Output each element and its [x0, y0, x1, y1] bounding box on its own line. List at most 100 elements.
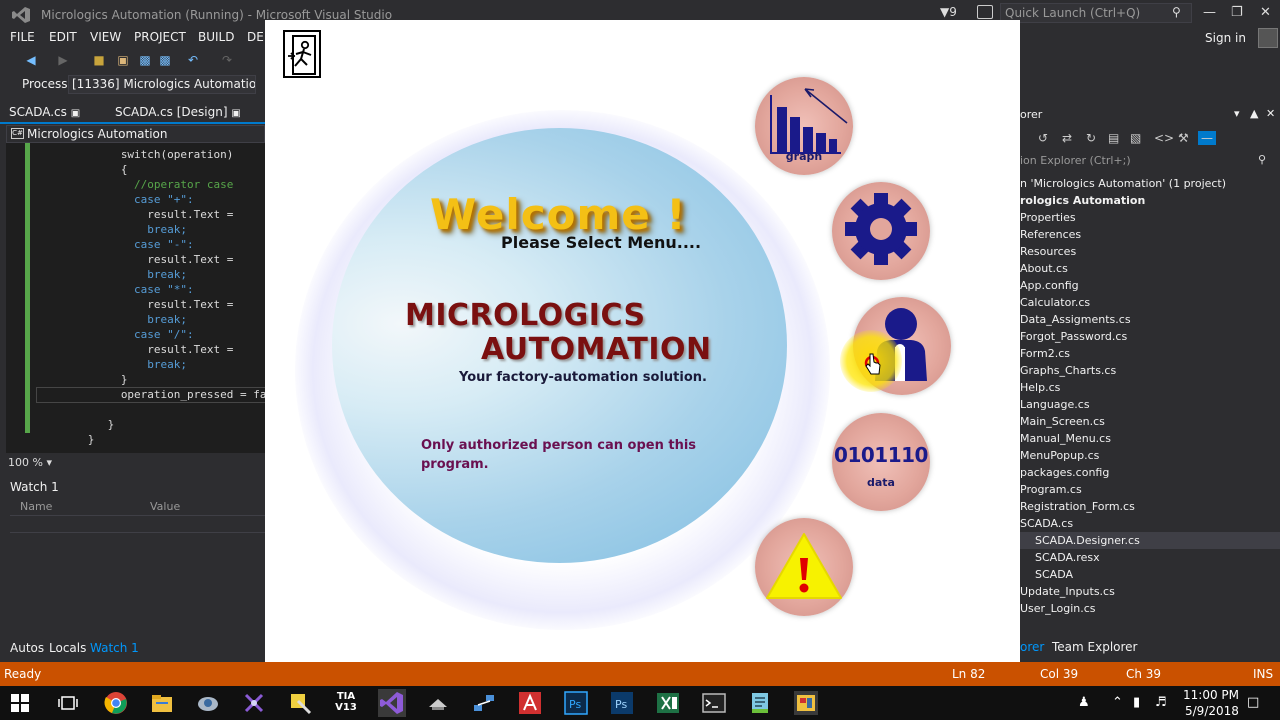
code-line[interactable]: //operator case — [134, 177, 233, 192]
settings-menu-button[interactable] — [832, 182, 930, 280]
task-view-icon[interactable] — [58, 695, 78, 711]
code-line[interactable]: break; — [147, 267, 187, 282]
solution-file-item[interactable]: Program.cs — [1020, 481, 1082, 498]
solution-file-item[interactable]: MenuPopup.cs — [1020, 447, 1099, 464]
xaml-tool-icon[interactable] — [242, 691, 266, 715]
new-project-icon[interactable]: ■ — [92, 53, 106, 67]
photoshop-alt-icon[interactable]: Ps — [610, 691, 634, 715]
redo-icon[interactable]: ↷ — [220, 53, 234, 67]
menu-file[interactable]: FILE — [10, 30, 35, 44]
watch-column-name[interactable]: Name — [20, 500, 52, 513]
pin-icon[interactable]: ▣ — [71, 108, 80, 119]
view-code-icon[interactable]: <> — [1154, 131, 1174, 145]
show-all-files-icon[interactable]: ▧ — [1130, 131, 1141, 145]
solution-file-item[interactable]: SCADA.cs — [1020, 515, 1073, 532]
action-center-icon[interactable]: □ — [1247, 695, 1259, 710]
code-line[interactable]: switch(operation) — [121, 147, 234, 162]
autocad-icon[interactable] — [518, 691, 542, 715]
solution-file-item[interactable]: Form2.cs — [1020, 345, 1070, 362]
tray-chevron-up-icon[interactable]: ⌃ — [1112, 695, 1123, 710]
solution-node[interactable]: n 'Micrologics Automation' (1 project) — [1020, 175, 1226, 192]
solution-file-item[interactable]: References — [1020, 226, 1081, 243]
minimize-button[interactable]: — — [1203, 5, 1216, 20]
watch-column-value[interactable]: Value — [150, 500, 180, 513]
graph-menu-button[interactable]: graph — [755, 77, 853, 175]
menu-edit[interactable]: EDIT — [49, 30, 77, 44]
undo-icon[interactable]: ↶ — [186, 53, 200, 67]
tia-portal-icon[interactable]: TIA V13 — [333, 691, 359, 715]
open-folder-icon[interactable]: ▣ — [116, 53, 130, 67]
solution-file-item[interactable]: About.cs — [1020, 260, 1068, 277]
preview-selected-icon[interactable]: — — [1198, 131, 1216, 145]
sign-in-link[interactable]: Sign in — [1205, 31, 1246, 45]
code-line[interactable]: result.Text = — [147, 207, 233, 222]
menu-build[interactable]: BUILD — [198, 30, 234, 44]
battery-icon[interactable]: ▮ — [1133, 695, 1140, 710]
tab-scada-cs[interactable]: SCADA.cs ▣ — [9, 105, 80, 119]
solution-file-item[interactable]: Graphs_Charts.cs — [1020, 362, 1116, 379]
tools-icon[interactable] — [288, 691, 312, 715]
project-node[interactable]: rologics Automation — [1020, 192, 1145, 209]
code-editor[interactable]: switch(operation){ //operator case case "+… — [6, 143, 265, 453]
tab-solution-explorer[interactable]: orer — [1020, 640, 1044, 654]
back-icon[interactable]: ◀ — [24, 53, 38, 67]
quick-launch-input[interactable]: Quick Launch (Ctrl+Q) — [1000, 3, 1192, 23]
sync-icon[interactable]: ↺ — [1038, 131, 1048, 145]
solution-file-item[interactable]: Registration_Form.cs — [1020, 498, 1135, 515]
solution-file-item[interactable]: SCADA — [1020, 566, 1073, 583]
menu-project[interactable]: PROJECT — [134, 30, 186, 44]
code-line[interactable]: { — [121, 162, 128, 177]
solution-file-item[interactable]: App.config — [1020, 277, 1079, 294]
search-icon[interactable]: ⚲ — [1258, 153, 1266, 166]
command-prompt-icon[interactable] — [702, 691, 726, 715]
tab-scada-design[interactable]: SCADA.cs [Design] ▣ — [115, 105, 241, 119]
menu-view[interactable]: VIEW — [90, 30, 121, 44]
code-line[interactable]: } — [121, 372, 128, 387]
restore-button[interactable]: ❐ — [1231, 5, 1243, 20]
solution-file-item[interactable]: Main_Screen.cs — [1020, 413, 1105, 430]
photoshop-icon[interactable]: Ps — [564, 691, 588, 715]
solution-file-item[interactable]: Properties — [1020, 209, 1076, 226]
close-button[interactable]: ✕ — [1260, 5, 1271, 20]
code-line[interactable]: case "/": — [134, 327, 194, 342]
plc-simulator-icon[interactable] — [426, 691, 450, 715]
save-icon[interactable]: ▩ — [138, 53, 152, 67]
volume-icon[interactable]: ♬ — [1155, 695, 1167, 710]
visual-studio-taskbar-icon[interactable] — [378, 689, 406, 717]
notifications[interactable]: ▼9 — [940, 5, 957, 19]
solution-file-item[interactable]: packages.config — [1020, 464, 1109, 481]
pin-icon[interactable]: ▣ — [231, 108, 240, 119]
scada-app-taskbar-icon[interactable] — [794, 691, 818, 715]
save-all-icon[interactable]: ▩ — [158, 53, 172, 67]
solution-file-item[interactable]: Resources — [1020, 243, 1076, 260]
network-config-icon[interactable] — [472, 691, 496, 715]
excel-icon[interactable] — [656, 691, 680, 715]
chrome-icon[interactable] — [104, 691, 128, 715]
process-dropdown[interactable]: [11336] Micrologics Automation.v — [68, 75, 256, 94]
tab-locals[interactable]: Locals — [49, 641, 86, 655]
refresh-icon[interactable]: ↻ — [1086, 131, 1096, 145]
solution-file-item[interactable]: Language.cs — [1020, 396, 1090, 413]
network-tool-icon[interactable] — [196, 691, 220, 715]
windows-start-icon[interactable] — [11, 694, 29, 712]
collapse-all-icon[interactable]: ▤ — [1108, 131, 1119, 145]
solution-file-item[interactable]: SCADA.resx — [1020, 549, 1100, 566]
code-line[interactable]: break; — [147, 357, 187, 372]
properties-wrench-icon[interactable]: ⚒ — [1178, 131, 1189, 145]
tab-watch-1[interactable]: Watch 1 — [90, 641, 139, 655]
code-line[interactable]: case "+": — [134, 192, 194, 207]
people-icon[interactable]: ♟ — [1078, 695, 1090, 710]
watch-grid[interactable]: Name Value — [10, 497, 265, 637]
pin-icon[interactable]: ▲ — [1250, 107, 1258, 120]
code-line[interactable]: case "*": — [134, 282, 194, 297]
code-line[interactable]: result.Text = — [147, 297, 233, 312]
zoom-level[interactable]: 100 % ▾ — [8, 456, 52, 469]
solution-file-item[interactable]: Calculator.cs — [1020, 294, 1090, 311]
exit-button[interactable] — [283, 30, 321, 78]
taskbar-clock-date[interactable]: 5/9/2018 — [1185, 704, 1239, 718]
forward-icon[interactable]: ▶ — [56, 53, 70, 67]
close-icon[interactable]: ✕ — [1266, 107, 1275, 120]
alarm-menu-button[interactable] — [755, 518, 853, 616]
code-line[interactable]: } — [88, 432, 95, 447]
feedback-icon[interactable] — [977, 5, 993, 19]
